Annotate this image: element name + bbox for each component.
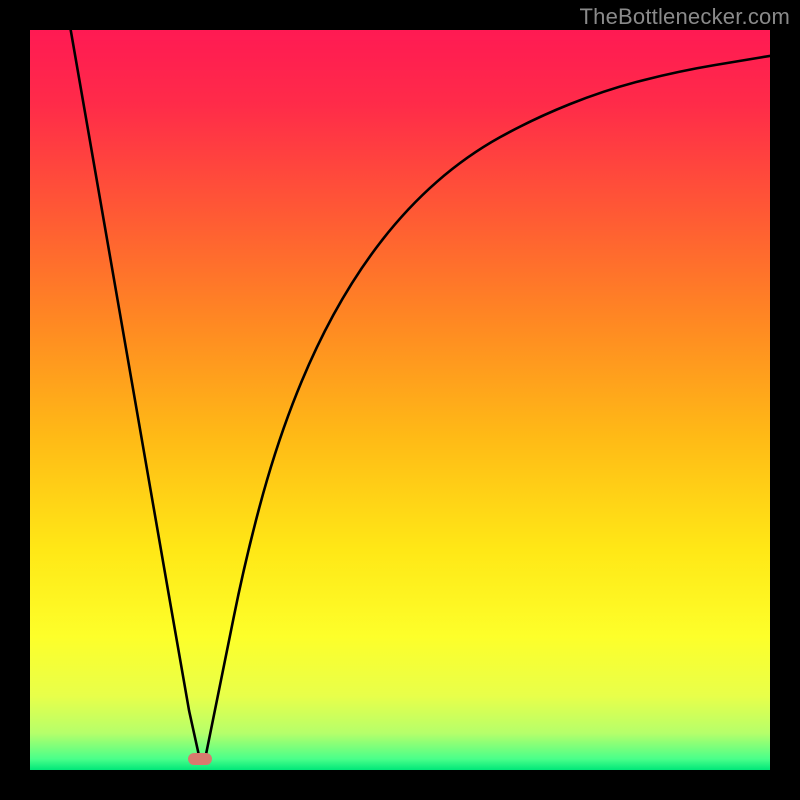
min-point-marker xyxy=(188,753,212,765)
curve-left-branch xyxy=(71,30,201,761)
curve-layer xyxy=(30,30,770,770)
plot-area xyxy=(30,30,770,770)
chart-frame: TheBottlenecker.com xyxy=(0,0,800,800)
curve-right-branch xyxy=(205,56,770,761)
attribution-text: TheBottlenecker.com xyxy=(580,4,790,30)
